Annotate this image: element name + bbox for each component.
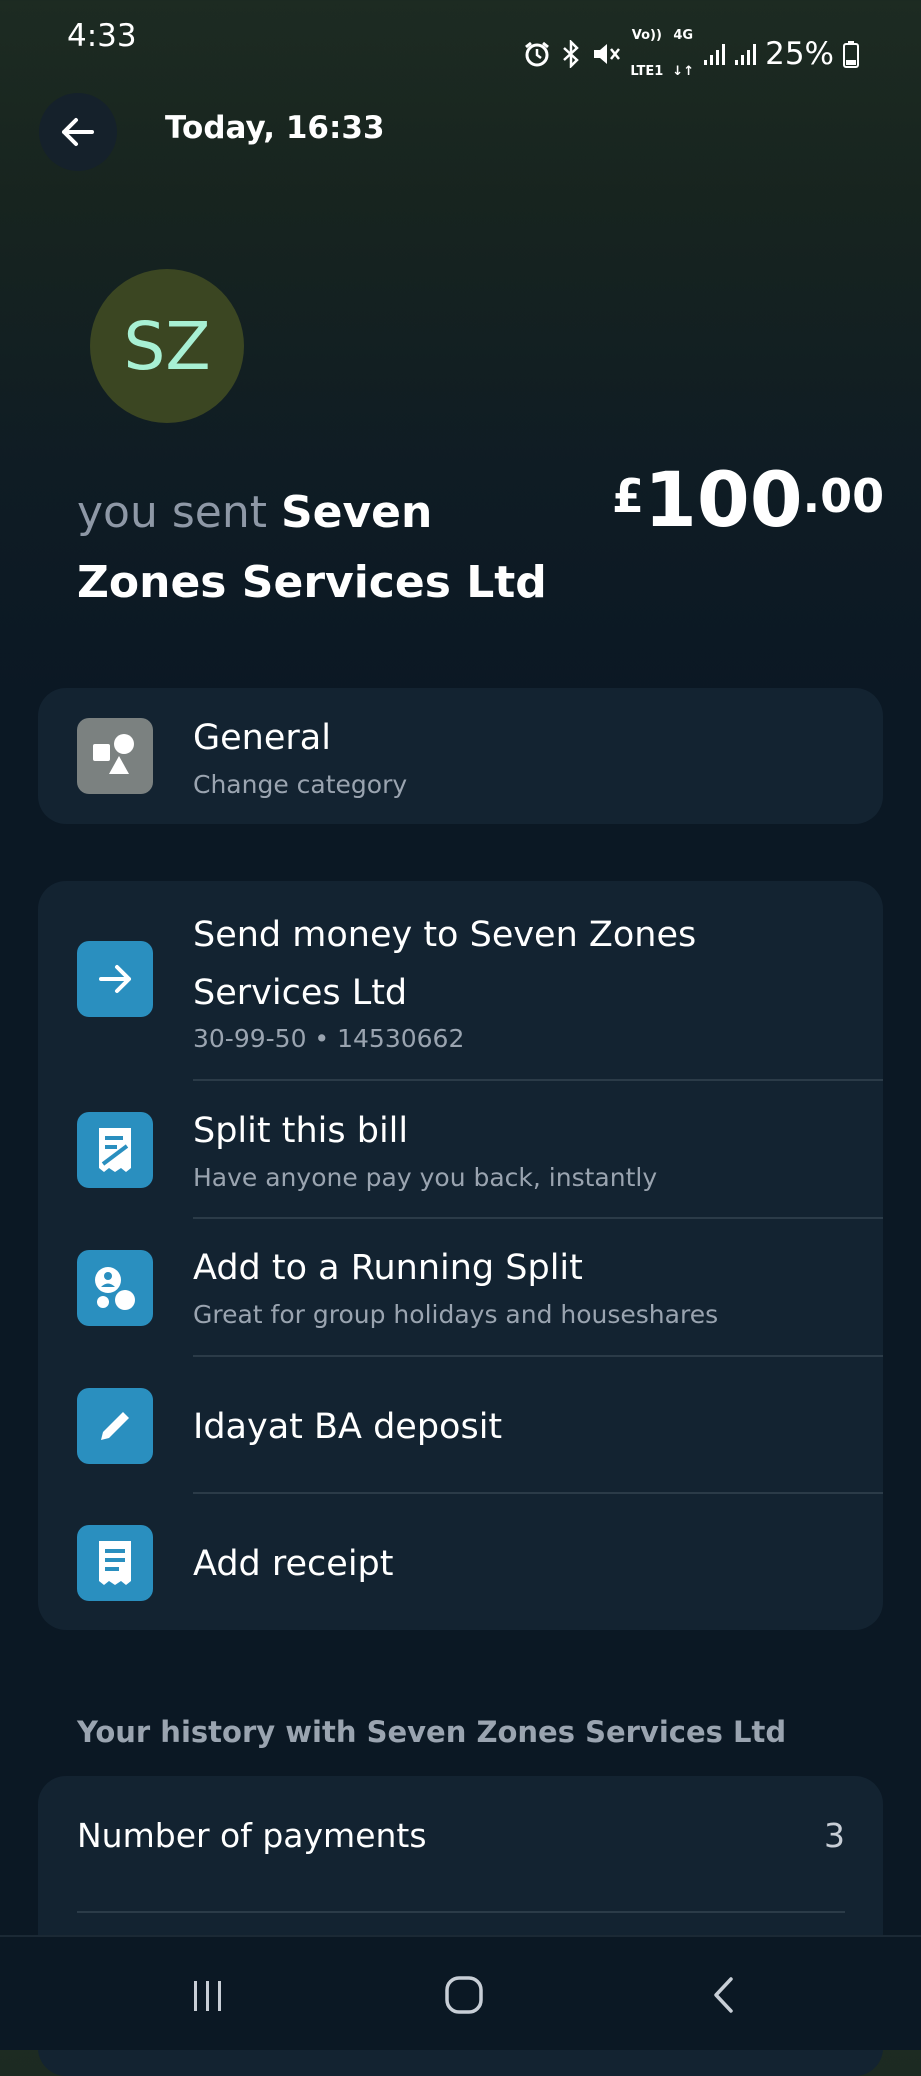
4g-icon: 4G ↓↑ <box>672 18 694 90</box>
page-title: Today, 16:33 <box>165 110 385 146</box>
split-bill-title: Split this bill <box>193 1111 409 1151</box>
back-button[interactable] <box>39 93 117 171</box>
avatar: SZ <box>90 269 244 423</box>
running-split-subtitle: Great for group holidays and houseshares <box>193 1300 719 1329</box>
history-header: Your history with Seven Zones Services L… <box>77 1715 787 1749</box>
running-split-icon <box>77 1250 153 1326</box>
payee-prefix: you sent <box>77 487 281 538</box>
split-bill-subtitle: Have anyone pay you back, instantly <box>193 1163 658 1192</box>
volte-top-label: Vo)) <box>631 28 662 43</box>
arrow-right-icon <box>77 941 153 1017</box>
divider <box>193 1079 883 1081</box>
navigation-bar <box>0 1935 921 2050</box>
volte-bottom-label: LTE1 <box>630 64 664 79</box>
back-icon[interactable] <box>694 1965 754 2025</box>
category-subtitle: Change category <box>193 770 408 799</box>
data-arrows: ↓↑ <box>672 64 695 79</box>
history-label: Number of payments <box>77 1816 427 1855</box>
send-money-account: 30-99-50 • 14530662 <box>193 1024 465 1053</box>
divider <box>77 1911 845 1913</box>
receipt-icon <box>77 1525 153 1601</box>
add-receipt-title: Add receipt <box>193 1544 394 1584</box>
bluetooth-icon <box>560 40 582 68</box>
notes-title: Idayat BA deposit <box>193 1407 503 1447</box>
status-icons: Vo)) LTE1 4G ↓↑ 25% <box>523 18 859 90</box>
alarm-icon <box>523 40 551 68</box>
payee-line: you sent Seven Zones Services Ltd <box>77 478 597 618</box>
divider <box>193 1492 883 1494</box>
pencil-icon <box>77 1388 153 1464</box>
category-card[interactable]: General Change category <box>38 688 883 824</box>
signal-icon <box>703 42 726 66</box>
split-bill-icon <box>77 1112 153 1188</box>
battery-icon <box>843 40 859 68</box>
mute-icon <box>591 40 621 68</box>
amount-major: 100 <box>644 455 803 544</box>
running-split-title: Add to a Running Split <box>193 1248 583 1288</box>
recent-apps-icon[interactable] <box>178 1965 238 2025</box>
home-icon[interactable] <box>434 1965 494 2025</box>
status-time: 4:33 <box>67 18 137 54</box>
divider <box>193 1217 883 1219</box>
status-bar: 4:33 Vo)) LTE1 4G ↓↑ 25% <box>0 0 921 79</box>
arrow-left-icon <box>62 118 94 146</box>
send-money-title: Send money to Seven Zones Services Ltd <box>193 915 697 1013</box>
transaction-amount: £100.00 <box>612 455 884 544</box>
signal-icon <box>734 42 757 66</box>
battery-percentage: 25% <box>765 36 834 72</box>
network-type-label: 4G <box>673 28 694 43</box>
divider <box>193 1355 883 1357</box>
amount-currency: £ <box>612 469 645 523</box>
history-value: 3 <box>824 1816 845 1855</box>
actions-card: Send money to Seven Zones Services Ltd 3… <box>38 881 883 1630</box>
volte-icon: Vo)) LTE1 <box>630 18 663 90</box>
amount-minor: .00 <box>802 469 885 523</box>
shapes-icon <box>77 718 153 794</box>
category-title: General <box>193 718 331 758</box>
